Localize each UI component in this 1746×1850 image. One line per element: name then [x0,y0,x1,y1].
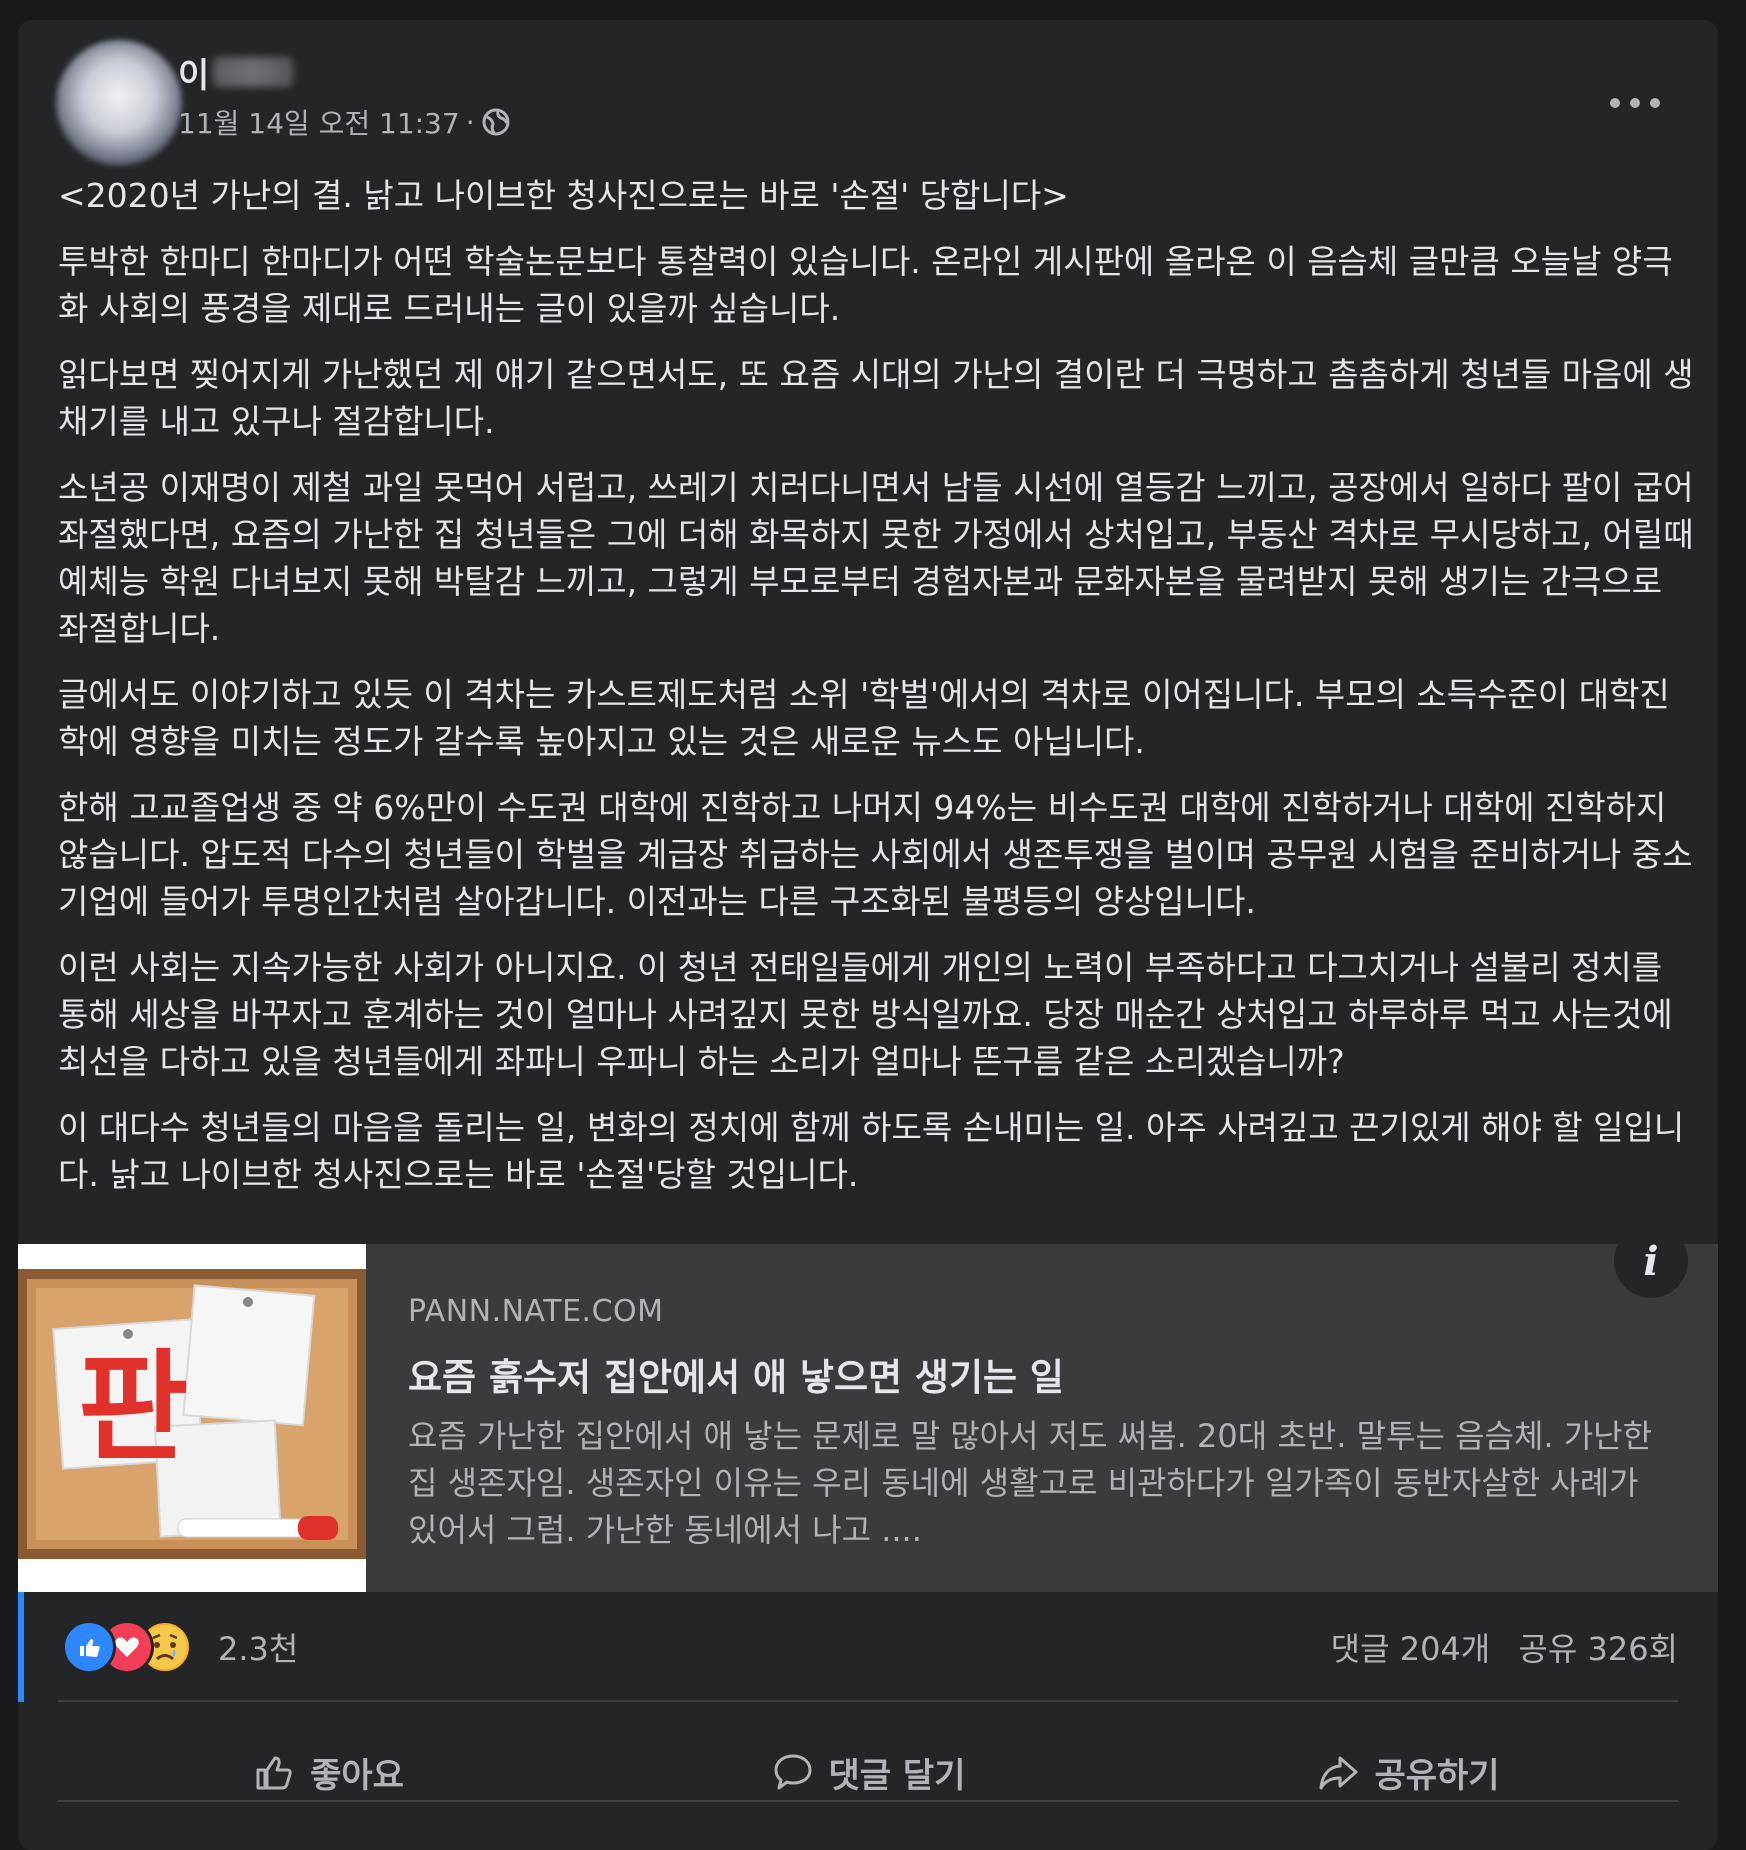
globe-icon[interactable] [481,107,511,137]
like-icon [62,1620,116,1674]
engagement-stats: 댓글 204개 공유 326회 [1313,1624,1678,1670]
meta-separator: · [465,105,475,139]
link-domain: PANN.NATE.COM [408,1294,664,1329]
share-button-label: 공유하기 [1374,1755,1500,1796]
more-icon[interactable] [1610,92,1660,114]
reactions-bar: 2.3천 댓글 204개 공유 326회 [18,1592,1718,1722]
share-count[interactable]: 공유 326회 [1518,1630,1678,1668]
post-paragraph: <2020년 가난의 결. 낡고 나이브한 청사진으로는 바로 '손절' 당합니… [58,176,1069,215]
post-paragraph: 소년공 이재명이 제철 과일 못먹어 서럽고, 쓰레기 치러다니면서 남들 시선… [58,468,1694,648]
link-preview[interactable]: 판 PANN.NATE.COM 요즘 흙수저 집안에서 애 낳으면 생기는 일 … [18,1224,1718,1592]
post-timestamp[interactable]: 11월 14일 오전 11:37 [178,102,460,142]
thumbs-up-icon [256,1756,292,1790]
link-thumbnail[interactable]: 판 [18,1244,366,1592]
like-button-label: 좋아요 [310,1755,404,1796]
post-text: <2020년 가난의 결. 낡고 나이브한 청사진으로는 바로 '손절' 당합니… [58,172,1698,1217]
reaction-count[interactable]: 2.3천 [218,1624,298,1670]
comment-icon [774,1754,812,1790]
share-button[interactable]: 공유하기 [1138,1722,1678,1822]
post-paragraph: 투박한 한마디 한마디가 어떤 학술논문보다 통찰력이 있습니다. 온라인 게시… [58,242,1673,328]
post-meta: 11월 14일 오전 11:37 · [178,102,511,142]
action-bar: 좋아요 댓글 달기 공유하기 [58,1722,1678,1822]
like-button[interactable]: 좋아요 [58,1722,598,1822]
link-title[interactable]: 요즘 흙수저 집안에서 애 낳으면 생기는 일 [408,1347,1668,1401]
comment-count[interactable]: 댓글 204개 [1331,1630,1491,1668]
author-name-redacted [213,57,294,87]
link-text[interactable]: PANN.NATE.COM 요즘 흙수저 집안에서 애 낳으면 생기는 일 요즘… [408,1294,1668,1554]
focus-accent-bar [18,1592,24,1702]
info-icon[interactable]: i [1614,1224,1688,1298]
thumbnail-glyph: 판 [78,1339,188,1478]
link-description: 요즘 가난한 집안에서 애 낳는 문제로 말 많아서 저도 써봄. 20대 초반… [408,1417,1653,1549]
author-name[interactable]: 이 [178,48,209,97]
comment-button[interactable]: 댓글 달기 [598,1722,1138,1822]
post-paragraph: 이런 사회는 지속가능한 사회가 아니지요. 이 청년 전태일들에게 개인의 노… [58,948,1673,1081]
actions-divider [58,1700,1678,1702]
post-card: 이 11월 14일 오전 11:37 · <2020년 가난의 결. 낡고 나이… [18,20,1718,1850]
comment-button-label: 댓글 달기 [828,1755,966,1796]
post-paragraph: 한해 고교졸업생 중 약 6%만이 수도권 대학에 진학하고 나머지 94%는 … [58,788,1693,921]
post-header: 이 11월 14일 오전 11:37 · [18,20,1718,166]
author[interactable]: 이 [178,48,294,97]
post-paragraph: 이 대다수 청년들의 마음을 돌리는 일, 변화의 정치에 함께 하도록 손내미… [58,1108,1685,1194]
bottom-divider [58,1800,1678,1802]
avatar[interactable] [56,40,182,166]
post-paragraph: 읽다보면 찢어지게 가난했던 제 얘기 같으면서도, 또 요즘 시대의 가난의 … [58,355,1694,441]
share-icon [1319,1756,1358,1790]
post-paragraph: 글에서도 이야기하고 있듯 이 격차는 카스트제도처럼 소위 '학벌'에서의 격… [58,675,1670,761]
